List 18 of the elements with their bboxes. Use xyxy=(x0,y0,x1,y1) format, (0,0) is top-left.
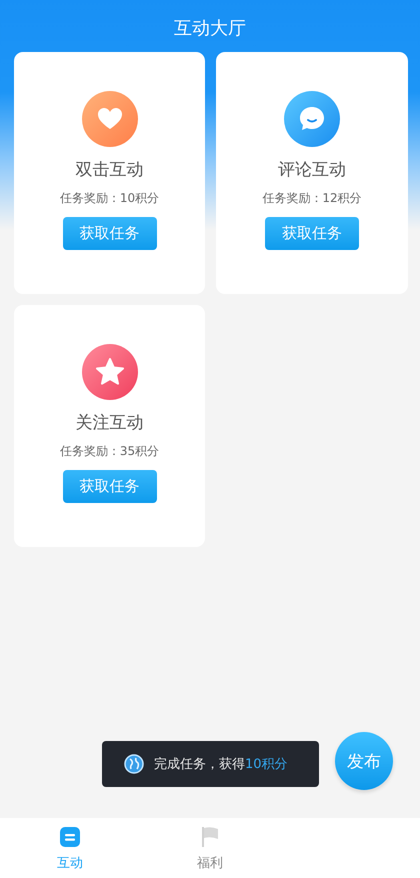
globe-icon xyxy=(124,754,144,774)
get-task-button[interactable]: 获取任务 xyxy=(62,217,156,250)
task-reward: 任务奖励：35积分 xyxy=(60,443,160,460)
tab[interactable]: 互动 xyxy=(0,818,140,878)
flag-icon xyxy=(199,826,221,848)
get-task-button[interactable]: 获取任务 xyxy=(62,470,156,503)
chat-square-icon xyxy=(59,826,81,848)
task-title: 评论互动 xyxy=(278,159,346,181)
toast-message: 完成任务，获得10积分 xyxy=(154,756,288,773)
task-reward: 任务奖励：10积分 xyxy=(60,190,160,207)
page-title: 互动大厅 xyxy=(173,17,247,41)
publish-button[interactable]: 发布 xyxy=(335,732,393,790)
get-task-button[interactable]: 获取任务 xyxy=(265,217,359,250)
tab[interactable]: 福利 xyxy=(140,818,280,878)
task-title: 关注互动 xyxy=(76,412,144,434)
task-reward: 任务奖励：12积分 xyxy=(262,190,362,207)
task-title: 双击互动 xyxy=(76,159,144,181)
chat-bubble-icon xyxy=(284,91,340,147)
